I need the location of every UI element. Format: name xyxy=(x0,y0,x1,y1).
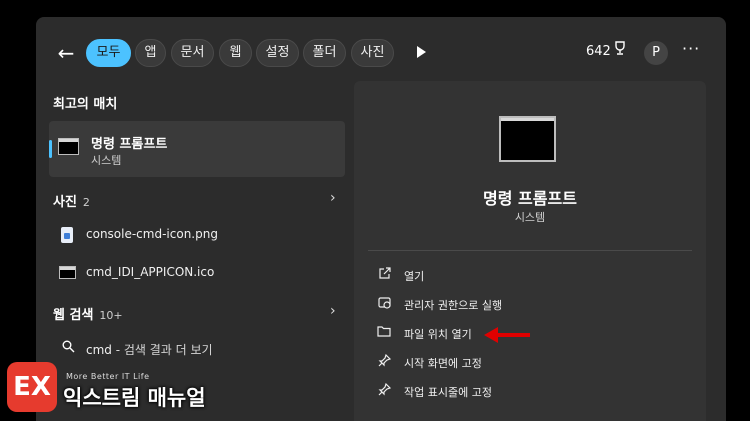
best-match-name: 명령 프롬프트 xyxy=(91,137,168,152)
action-label: 파일 위치 열기 xyxy=(404,328,472,341)
red-annotation-arrow xyxy=(484,327,530,343)
watermark: EX More Better IT Life 익스트림 매뉴얼 xyxy=(0,358,220,421)
web-search-result-label: cmd - 검색 결과 더 보기 xyxy=(86,341,213,358)
detail-title: 명령 프롬프트 xyxy=(483,189,577,208)
filter-chip-photos[interactable]: 사진 xyxy=(351,39,394,67)
web-search-suffix: - 검색 결과 더 보기 xyxy=(111,343,213,357)
divider xyxy=(368,250,692,251)
photos-title: 사진 xyxy=(53,195,77,210)
photo-result-label: console-cmd-icon.png xyxy=(86,227,218,241)
photos-expand-chevron-icon[interactable]: › xyxy=(330,190,336,206)
selection-indicator xyxy=(49,140,52,158)
back-arrow-icon[interactable]: ← xyxy=(54,41,78,65)
filter-chip-documents[interactable]: 문서 xyxy=(171,39,214,67)
web-search-title: 웹 검색 xyxy=(53,308,94,323)
detail-pane: 명령 프롬프트 시스템 열기 관리자 권한으로 실행 파일 위치 열기 시작 화… xyxy=(354,81,706,421)
action-label: 작업 표시줄에 고정 xyxy=(404,386,492,399)
command-prompt-icon xyxy=(59,266,76,279)
web-search-heading: 웹 검색 10+ xyxy=(53,304,123,323)
rewards-points: 642 xyxy=(586,44,611,59)
filter-chip-web[interactable]: 웹 xyxy=(219,39,252,67)
image-file-icon xyxy=(61,227,73,243)
brand-logo: EX xyxy=(7,362,57,412)
filter-bar: ← 모두 앱 문서 웹 설정 폴더 사진 642 P ··· xyxy=(36,17,726,89)
pin-icon xyxy=(376,353,392,370)
folder-icon xyxy=(376,325,392,340)
photos-heading: 사진 2 xyxy=(53,191,90,210)
filter-chip-folders[interactable]: 폴더 xyxy=(303,39,346,67)
detail-subtitle: 시스템 xyxy=(514,211,546,224)
more-filters-play-icon[interactable] xyxy=(417,46,426,58)
web-search-expand-chevron-icon[interactable]: › xyxy=(330,303,336,319)
avatar[interactable]: P xyxy=(644,41,668,65)
filter-chip-settings[interactable]: 설정 xyxy=(256,39,299,67)
action-pin-to-start[interactable]: 시작 화면에 고정 xyxy=(376,352,676,374)
open-external-icon xyxy=(376,267,392,283)
photo-result-item[interactable]: console-cmd-icon.png xyxy=(58,223,338,249)
watermark-name: 익스트림 매뉴얼 xyxy=(63,386,206,410)
pin-icon xyxy=(376,382,392,399)
filter-chip-all[interactable]: 모두 xyxy=(86,39,131,67)
photo-result-label: cmd_IDI_APPICON.ico xyxy=(86,265,215,279)
best-match-subtitle: 시스템 xyxy=(91,154,122,167)
more-options-icon[interactable]: ··· xyxy=(682,39,700,58)
command-prompt-large-icon xyxy=(499,116,556,162)
search-icon xyxy=(62,340,75,357)
rewards-trophy-icon[interactable] xyxy=(613,41,627,59)
action-run-as-admin[interactable]: 관리자 권한으로 실행 xyxy=(376,294,676,316)
web-search-query: cmd xyxy=(86,343,112,357)
action-pin-to-taskbar[interactable]: 작업 표시줄에 고정 xyxy=(376,381,676,403)
admin-shield-icon xyxy=(376,296,392,312)
watermark-tagline: More Better IT Life xyxy=(66,372,150,381)
filter-chip-apps[interactable]: 앱 xyxy=(135,39,166,67)
action-label: 관리자 권한으로 실행 xyxy=(404,299,503,312)
best-match-item[interactable]: 명령 프롬프트 시스템 xyxy=(49,121,345,177)
web-search-count: 10+ xyxy=(99,309,123,322)
command-prompt-icon xyxy=(58,138,79,155)
photo-result-item[interactable]: cmd_IDI_APPICON.ico xyxy=(58,261,338,287)
action-label: 열기 xyxy=(404,270,425,283)
best-match-heading: 최고의 매치 xyxy=(53,97,118,112)
photos-count: 2 xyxy=(82,196,90,209)
action-label: 시작 화면에 고정 xyxy=(404,357,482,370)
action-open[interactable]: 열기 xyxy=(376,265,676,287)
